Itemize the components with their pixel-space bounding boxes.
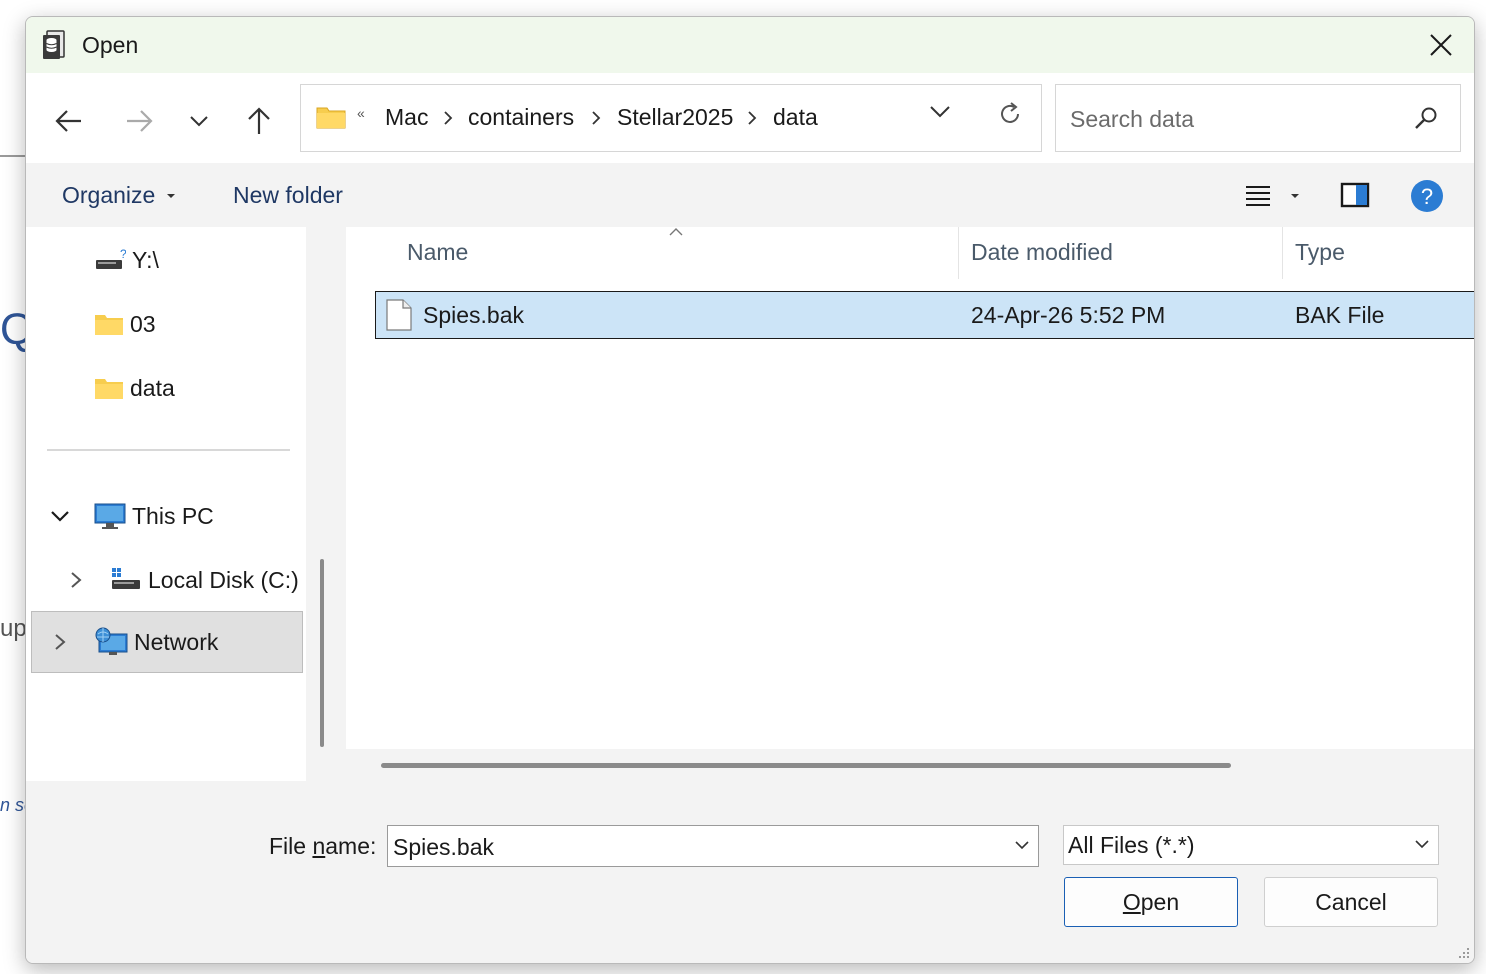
refresh-icon[interactable] — [997, 101, 1023, 127]
disk-icon — [112, 568, 140, 589]
navigation-bar: « Mac containers Stellar2025 data — [26, 73, 1474, 163]
dialog-title: Open — [82, 32, 139, 58]
file-name-combobox — [387, 825, 1039, 867]
search-input[interactable] — [1068, 101, 1402, 137]
tree-item-local-disk[interactable]: Local Disk (C:) — [70, 550, 299, 610]
tree-item-folder-data[interactable]: data — [94, 358, 175, 418]
search-icon[interactable] — [1414, 106, 1438, 130]
chevron-down-icon[interactable] — [50, 510, 70, 522]
folder-icon — [316, 107, 346, 129]
arrow-up-icon — [248, 107, 270, 134]
arrow-left-icon — [55, 110, 81, 132]
chevron-right-icon[interactable] — [54, 633, 66, 651]
navigation-pane-scrollbar[interactable] — [306, 227, 346, 781]
organize-button[interactable]: Organize — [62, 182, 155, 209]
up-button[interactable] — [239, 103, 279, 139]
column-header-type[interactable]: Type — [1295, 239, 1345, 266]
breadcrumb-item-containers[interactable]: containers — [468, 104, 574, 131]
organize-label: Organize — [62, 182, 156, 208]
folder-icon — [95, 315, 123, 335]
tree-item-label: data — [130, 374, 175, 401]
address-dropdown-icon[interactable] — [929, 105, 951, 119]
resize-grip-icon[interactable] — [1456, 945, 1470, 959]
view-list-icon[interactable] — [1244, 185, 1272, 207]
breadcrumb-item-data[interactable]: data — [773, 104, 818, 131]
computer-icon — [94, 503, 126, 529]
arrow-right-icon — [127, 110, 153, 132]
network-icon — [95, 627, 128, 655]
open-button[interactable]: Open — [1064, 877, 1238, 927]
search-box — [1055, 84, 1461, 152]
file-name-label: File name: — [269, 833, 377, 859]
column-header-date-modified[interactable]: Date modified — [971, 239, 1113, 266]
cancel-button[interactable]: Cancel — [1264, 877, 1438, 927]
column-header-name[interactable]: Name — [407, 239, 468, 266]
file-icon — [386, 299, 412, 331]
chevron-down-icon[interactable] — [1014, 840, 1030, 850]
new-folder-button[interactable]: New folder — [233, 182, 343, 209]
file-list: Name Date modified Type Spies.bak 24-Apr… — [346, 227, 1474, 781]
chevron-right-icon — [592, 111, 601, 125]
command-bar: Organize New folder ? — [26, 163, 1474, 227]
tree-divider — [47, 449, 290, 451]
forward-button[interactable] — [119, 103, 159, 139]
file-type: BAK File — [1295, 302, 1385, 328]
file-type-filter-value: All Files (*.*) — [1068, 832, 1195, 858]
open-file-dialog: Open « Mac containers Stellar2025 data S… — [25, 16, 1475, 964]
chevron-right-icon — [444, 111, 453, 125]
network-drive-icon: ? — [96, 247, 126, 269]
breadcrumb-item-stellar2025[interactable]: Stellar2025 — [617, 104, 733, 131]
back-button[interactable] — [49, 103, 89, 139]
svg-text:?: ? — [1421, 184, 1433, 209]
tree-item-label: Network — [134, 628, 219, 655]
title-bar: Open — [26, 17, 1474, 73]
tree-item-network[interactable]: Network — [54, 612, 218, 672]
tree-item-label: 03 — [130, 310, 156, 337]
file-name: Spies.bak — [423, 302, 525, 328]
breadcrumb-item-mac[interactable]: Mac — [385, 104, 428, 131]
file-row-selected[interactable]: Spies.bak 24-Apr-26 5:52 PM BAK File — [375, 291, 1474, 339]
preview-pane-icon[interactable] — [1340, 182, 1370, 208]
close-icon — [1430, 34, 1452, 56]
horizontal-scroll-thumb[interactable] — [381, 763, 1231, 768]
tree-item-label: Local Disk (C:) — [148, 566, 299, 593]
file-type-filter-select[interactable]: All Files (*.*) — [1063, 825, 1439, 865]
column-divider[interactable] — [958, 227, 959, 279]
navigation-pane-scroll-thumb[interactable] — [320, 559, 324, 747]
tree-item-label: This PC — [132, 502, 214, 529]
recent-locations-button[interactable] — [179, 103, 219, 139]
sort-ascending-icon — [669, 228, 683, 236]
chevron-right-icon[interactable] — [70, 571, 82, 589]
navigation-pane: ? Y:\ 03 data — [26, 227, 306, 781]
view-options-caret-icon[interactable] — [1290, 193, 1300, 199]
dialog-footer: File name: All Files (*.*) Open Cancel — [26, 781, 1474, 963]
folder-icon — [95, 379, 123, 399]
caret-down-icon — [167, 194, 175, 198]
address-bar[interactable]: « Mac containers Stellar2025 data — [300, 84, 1042, 152]
file-date-modified: 24-Apr-26 5:52 PM — [971, 302, 1166, 328]
tree-item-label: Y:\ — [132, 246, 159, 273]
database-icon — [43, 30, 65, 59]
chevron-right-icon — [748, 111, 757, 125]
tree-item-this-pc[interactable]: This PC — [50, 486, 214, 546]
breadcrumb-overflow[interactable]: « — [357, 105, 365, 121]
column-divider[interactable] — [1282, 227, 1283, 279]
chevron-down-icon — [190, 116, 208, 127]
tree-item-folder-03[interactable]: 03 — [94, 294, 156, 354]
file-name-input[interactable] — [391, 830, 995, 864]
tree-item-y-drive[interactable]: ? Y:\ — [94, 230, 159, 290]
help-icon[interactable]: ? — [1410, 179, 1444, 213]
close-button[interactable] — [1408, 17, 1474, 73]
chevron-down-icon — [1415, 840, 1429, 849]
background-text-fragment: up — [0, 615, 27, 642]
svg-text:?: ? — [120, 247, 126, 261]
